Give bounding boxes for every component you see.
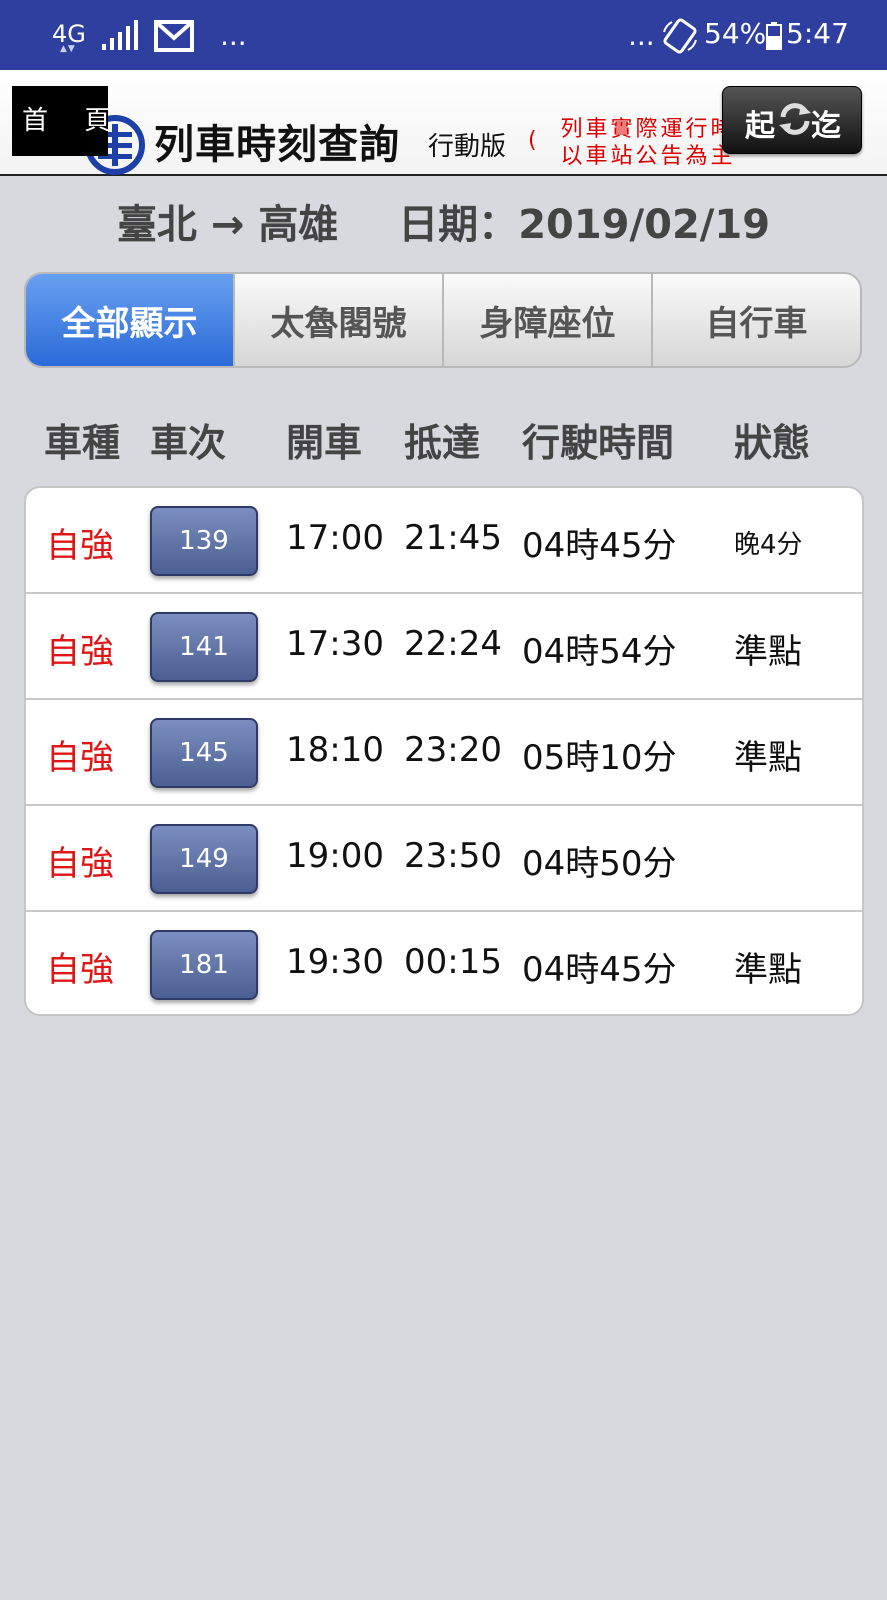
swap-from-label: 起 — [745, 109, 775, 144]
column-header-depart: 開車 — [286, 421, 363, 465]
battery-percent: 54% — [704, 17, 767, 50]
arrival-time: 21:45 — [404, 518, 502, 558]
auto-rotate-icon — [663, 18, 697, 54]
arrival-time: 00:15 — [404, 942, 502, 982]
departure-time: 19:00 — [286, 836, 384, 876]
battery-icon — [766, 22, 782, 50]
travel-duration: 04時45分 — [522, 526, 677, 566]
train-type: 自強 — [46, 632, 114, 672]
more-status-icon: ... — [628, 19, 655, 52]
train-status: 晚4分 — [734, 530, 803, 560]
train-status: 準點 — [734, 738, 802, 778]
train-status: 準點 — [734, 950, 802, 990]
column-header-status: 狀態 — [734, 421, 811, 465]
table-row[interactable]: 自強 141 17:30 22:24 04時54分 準點 — [26, 594, 862, 700]
departure-time: 17:00 — [286, 518, 384, 558]
departure-time: 17:30 — [286, 624, 384, 664]
arrival-time: 23:50 — [404, 836, 502, 876]
table-row[interactable]: 自強 145 18:10 23:20 05時10分 準點 — [26, 700, 862, 806]
column-header-arrive: 抵達 — [404, 421, 481, 465]
page-subtitle: 行動版 — [428, 132, 507, 162]
train-number-button[interactable]: 181 — [150, 930, 258, 1000]
train-number-button[interactable]: 145 — [150, 718, 258, 788]
travel-duration: 04時54分 — [522, 632, 677, 672]
column-header-duration: 行駛時間 — [522, 421, 675, 465]
tab-accessible-seats[interactable]: 身障座位 — [444, 274, 653, 366]
signal-icon — [102, 20, 138, 50]
table-row[interactable]: 自強 139 17:00 21:45 04時45分 晚4分 — [26, 488, 862, 594]
column-header-type: 車種 — [44, 421, 121, 465]
train-number-button[interactable]: 139 — [150, 506, 258, 576]
notice-paren: ( — [528, 128, 537, 153]
train-number-button[interactable]: 141 — [150, 612, 258, 682]
gmail-icon — [154, 20, 194, 52]
travel-duration: 05時10分 — [522, 738, 677, 778]
filter-tabs: 全部顯示 太魯閣號 身障座位 自行車 — [24, 272, 862, 368]
status-bar: 4G ▲▼ ... ... 54% 5:47 — [0, 0, 887, 70]
train-number-button[interactable]: 149 — [150, 824, 258, 894]
travel-date: 2019/02/19 — [518, 202, 771, 248]
origin-station: 臺北 — [116, 202, 197, 248]
home-button[interactable]: 首 頁 — [12, 86, 108, 156]
table-row[interactable]: 自強 181 19:30 00:15 04時45分 準點 — [26, 912, 862, 1014]
travel-duration: 04時45分 — [522, 950, 677, 990]
route-summary: 臺北 → 高雄 日期：2019/02/19 — [0, 192, 887, 250]
swap-icon — [779, 103, 811, 135]
train-type: 自強 — [46, 526, 114, 566]
train-type: 自強 — [46, 738, 114, 778]
page-title: 列車時刻查詢 — [154, 122, 400, 168]
operation-notice: 列車實際運行時 以車站公告為主 — [548, 116, 748, 174]
tab-taroko[interactable]: 太魯閣號 — [235, 274, 444, 366]
data-activity-icon: ▲▼ — [60, 44, 76, 54]
train-status: 準點 — [734, 632, 802, 672]
destination-station: 高雄 — [258, 202, 339, 248]
swap-stations-button[interactable]: 起 迄 — [722, 86, 862, 154]
table-row[interactable]: 自強 149 19:00 23:50 04時50分 — [26, 806, 862, 912]
clock: 5:47 — [786, 17, 849, 50]
travel-duration: 04時50分 — [522, 844, 677, 884]
departure-time: 19:30 — [286, 942, 384, 982]
arrival-time: 22:24 — [404, 624, 502, 664]
more-notifications-icon: ... — [220, 19, 247, 52]
tab-bicycle[interactable]: 自行車 — [653, 274, 860, 366]
date-label: 日期： — [398, 202, 519, 248]
tab-all[interactable]: 全部顯示 — [26, 274, 235, 366]
swap-to-label: 迄 — [811, 109, 841, 144]
timetable: 自強 139 17:00 21:45 04時45分 晚4分 自強 141 17:… — [24, 486, 864, 1016]
departure-time: 18:10 — [286, 730, 384, 770]
route-arrow: → — [210, 202, 245, 248]
train-type: 自強 — [46, 950, 114, 990]
train-type: 自強 — [46, 844, 114, 884]
notice-line-2: 以車站公告為主 — [560, 144, 736, 169]
notice-line-1: 列車實際運行時 — [560, 117, 736, 142]
arrival-time: 23:20 — [404, 730, 502, 770]
column-header-train: 車次 — [150, 421, 227, 465]
